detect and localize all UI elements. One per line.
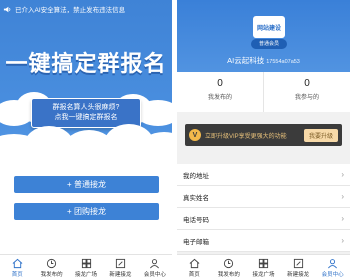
vip-icon: V	[189, 129, 201, 141]
security-notice: 已介入AI安全算法，禁止发布违法信息	[3, 3, 169, 15]
clock-icon	[47, 258, 57, 268]
tab-square[interactable]: 接龙广场	[69, 255, 103, 280]
list-item-phone[interactable]: 电话号码 ›	[177, 208, 350, 230]
tab-my-posts[interactable]: 我发布的	[34, 255, 68, 280]
user-id: 17554a07a53	[266, 59, 300, 65]
tab-label: 接龙广场	[75, 271, 98, 278]
list-item-real-name[interactable]: 真实姓名 ›	[177, 186, 350, 208]
list-item-address[interactable]: 我的地址 ›	[177, 164, 350, 186]
stat-label: 我参与的	[294, 95, 319, 101]
stat-published[interactable]: 0 我发布的	[177, 72, 263, 112]
profile-settings-list: 我的地址 › 真实姓名 › 电话号码 › 电子邮箱 ›	[177, 164, 350, 252]
vip-upgrade-banner: V 立即升级VIP享受更强大的功能 我要升级	[185, 124, 342, 146]
task-line-1: 群报名算人头很麻烦?	[52, 104, 120, 111]
edit-icon	[115, 258, 126, 268]
tab-member[interactable]: 会员中心	[138, 255, 172, 280]
stat-value: 0	[304, 78, 310, 89]
headline: 一键搞定群报名	[5, 51, 167, 76]
tab-home[interactable]: 首页	[177, 255, 212, 280]
stats-bar: 0 我发布的 0 我参与的	[177, 72, 350, 112]
member-level-badge: 普通会员	[251, 39, 287, 49]
tab-label: 会员中心	[321, 271, 344, 278]
avatar-logo[interactable]: 网站建设	[253, 16, 285, 38]
list-item-label: 电子邮箱	[183, 238, 209, 246]
normal-chain-button[interactable]: + 普通接龙	[14, 176, 159, 193]
tab-label: 我发布的	[40, 271, 63, 278]
member-screen: 网站建设 普通会员 AI云起科技 17554a07a53 0 我发布的 0 我参与…	[177, 0, 350, 280]
grid-icon	[258, 258, 269, 268]
chevron-right-icon: ›	[341, 192, 344, 201]
notice-text: 已介入AI安全算法，禁止发布违法信息	[15, 7, 126, 14]
tab-member[interactable]: 会员中心	[315, 255, 350, 280]
logo-text: 网站建设	[256, 25, 281, 32]
tab-label: 新建接龙	[287, 271, 310, 278]
stat-label: 我发布的	[207, 95, 232, 101]
list-item-label: 我的地址	[183, 172, 209, 180]
tab-label: 我发布的	[217, 271, 240, 278]
tab-new[interactable]: 新建接龙	[281, 255, 316, 280]
stat-value: 0	[217, 78, 223, 89]
chevron-right-icon: ›	[341, 236, 344, 245]
volume-icon	[3, 6, 11, 12]
tab-label: 首页	[11, 271, 23, 278]
stat-joined[interactable]: 0 我参与的	[263, 72, 350, 112]
user-icon	[150, 258, 160, 268]
tab-home[interactable]: 首页	[0, 255, 34, 280]
tab-label: 首页	[188, 271, 200, 278]
vip-upgrade-button[interactable]: 我要升级	[303, 128, 338, 142]
tab-bar: 首页 我发布的 接龙广场 新建接龙 会员中心	[0, 254, 172, 280]
username: AI云起科技 17554a07a53	[177, 55, 350, 66]
list-item-label: 真实姓名	[183, 194, 209, 202]
edit-icon	[293, 258, 303, 268]
home-screen: 已介入AI安全算法，禁止发布违法信息 一键搞定群报名 群报名算人头很麻烦? 点我…	[0, 0, 172, 280]
list-item-label: 电话号码	[183, 216, 209, 224]
tab-square[interactable]: 接龙广场	[246, 255, 281, 280]
list-item-email[interactable]: 电子邮箱 ›	[177, 230, 350, 252]
home-icon	[189, 258, 200, 268]
tab-bar: 首页 我发布的 接龙广场 新建接龙 会员中心	[177, 254, 350, 280]
tab-new[interactable]: 新建接龙	[103, 255, 137, 280]
group-buy-chain-button[interactable]: + 团购接龙	[14, 203, 159, 220]
vip-text: 立即升级VIP享受更强大的功能	[205, 133, 287, 140]
grid-icon	[81, 258, 91, 268]
tab-my-posts[interactable]: 我发布的	[212, 255, 247, 280]
tab-label: 新建接龙	[109, 271, 132, 278]
user-icon	[328, 258, 338, 268]
home-icon	[12, 258, 23, 268]
chevron-right-icon: ›	[341, 170, 344, 179]
tab-label: 接龙广场	[252, 271, 275, 278]
username-text: AI云起科技	[227, 56, 265, 65]
chevron-right-icon: ›	[341, 214, 344, 223]
clock-icon	[224, 258, 234, 268]
tab-label: 会员中心	[143, 271, 166, 278]
